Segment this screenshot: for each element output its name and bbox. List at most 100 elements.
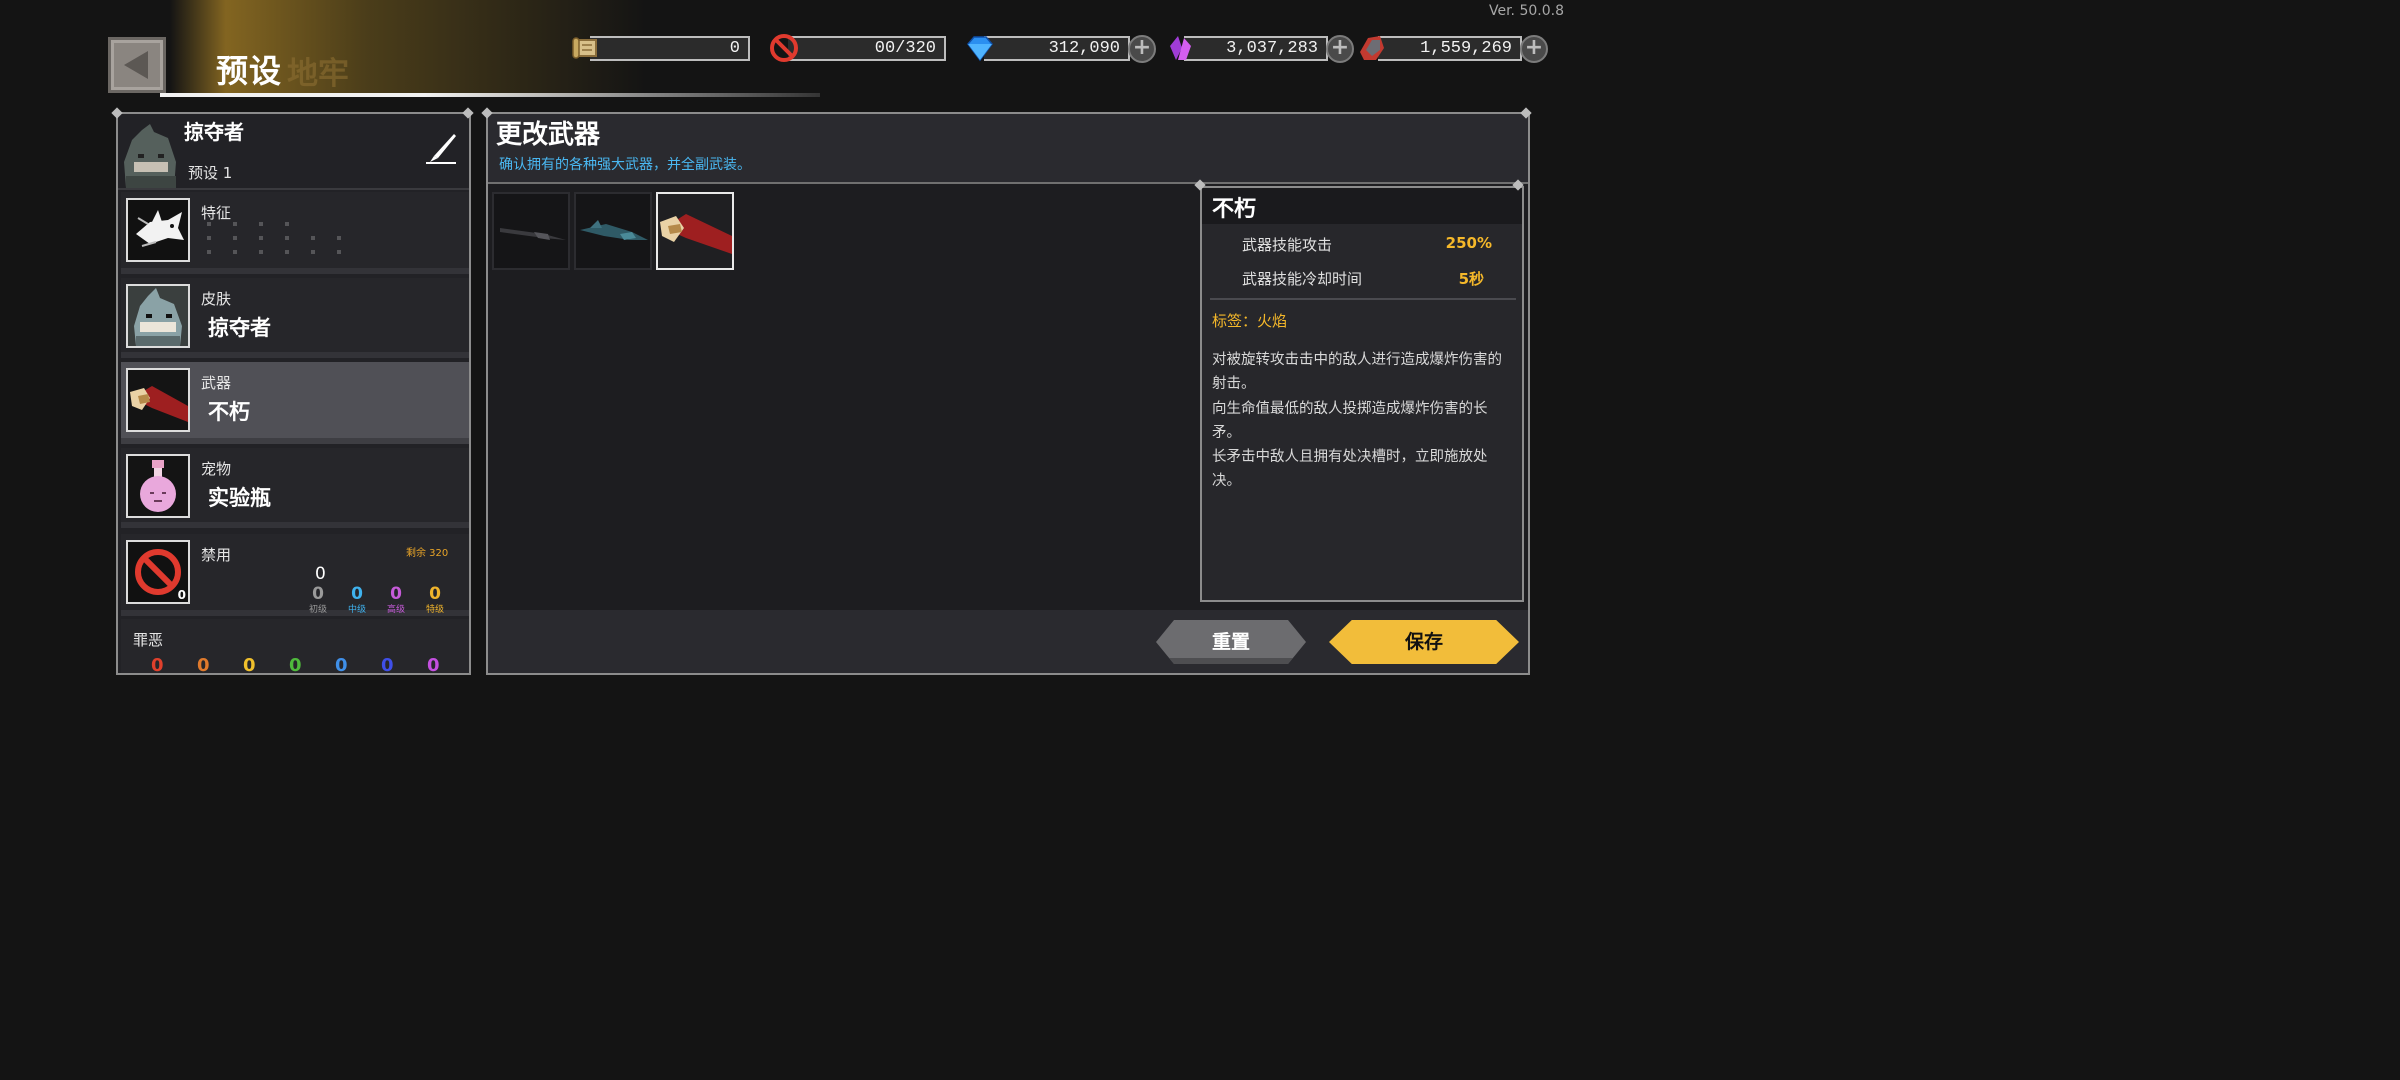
sin-slot[interactable]: 罪恶 0 0 0 0 0 0 0 — [121, 619, 469, 675]
version-label: Ver. 50.0.8 — [1488, 3, 1564, 19]
ban-count: 0 — [177, 588, 186, 602]
stat-label-cooldown: 武器技能冷却时间 — [1242, 270, 1363, 288]
character-header: 掠夺者 预设 1 — [118, 114, 469, 190]
sin-value-3: 0 — [243, 655, 256, 675]
panel-subtitle: 确认拥有的各种强大武器，并全副武装。 — [499, 157, 751, 173]
ban-level-basic: 0 初级 — [308, 584, 327, 615]
trait-dot — [311, 250, 315, 254]
ban-counter: 00/320 — [788, 36, 946, 61]
weapon-slot[interactable]: 武器 不朽 — [121, 362, 469, 444]
ban-thumbnail: 0 — [126, 540, 190, 604]
trait-dot — [233, 222, 237, 226]
shark-spear-icon — [580, 220, 648, 240]
ban-slot[interactable]: 0 禁用 剩余 320 0 0 初级 0 中级 0 高级 0 特级 — [121, 534, 469, 616]
reset-button[interactable]: 重置 — [1156, 620, 1306, 664]
shark-trait-icon — [136, 210, 184, 247]
detail-tag: 标签：火焰 — [1212, 312, 1288, 330]
pet-value: 实验瓶 — [208, 486, 271, 510]
trait-dot — [233, 236, 237, 240]
trait-dot — [259, 222, 263, 226]
ban-level-mid: 0 中级 — [347, 584, 366, 615]
trait-dot — [311, 236, 315, 240]
flask-pet-icon — [128, 456, 188, 516]
skin-value: 掠夺者 — [208, 316, 271, 340]
character-name: 掠夺者 — [184, 120, 244, 144]
blue-gem-icon — [967, 36, 993, 62]
skin-thumbnail — [126, 284, 190, 348]
add-gem-button[interactable]: + — [1128, 35, 1156, 63]
sin-value-6: 0 — [381, 655, 394, 675]
immortal-spear-icon — [128, 370, 188, 430]
detail-weapon-name: 不朽 — [1212, 197, 1257, 222]
character-avatar — [124, 124, 176, 188]
trait-dot — [285, 250, 289, 254]
scroll-counter: 0 — [590, 36, 750, 61]
add-ore-button[interactable]: + — [1520, 35, 1548, 63]
page-title: 预设 — [216, 52, 283, 90]
scroll-icon — [572, 37, 597, 59]
pet-slot[interactable]: 宠物 实验瓶 — [121, 448, 469, 528]
save-button[interactable]: 保存 — [1329, 620, 1519, 664]
page-ghost-title: 地牢 — [287, 56, 349, 92]
sin-value-2: 0 — [197, 655, 210, 675]
trait-dot — [233, 250, 237, 254]
detail-divider — [1210, 298, 1516, 300]
crystal-counter: 3,037,283 — [1184, 36, 1328, 61]
ban-icon — [770, 34, 798, 62]
weapon-change-panel: 更改武器 确认拥有的各种强大武器，并全副武装。 不朽 武器技能攻击 250% 武… — [486, 112, 1530, 675]
stat-value-skill-attack: 250% — [1445, 234, 1492, 252]
weapon-option-immortal[interactable] — [656, 192, 734, 270]
purple-crystal-icon — [1170, 36, 1191, 60]
sin-value-5: 0 — [335, 655, 348, 675]
trait-placeholder-dots — [207, 222, 357, 262]
ore-counter: 1,559,269 — [1378, 36, 1522, 61]
detail-header: 不朽 — [1202, 188, 1522, 224]
sin-value-1: 0 — [151, 655, 164, 675]
trait-dot — [207, 222, 211, 226]
trait-dot — [337, 236, 341, 240]
pet-thumbnail — [126, 454, 190, 518]
panel-title: 更改武器 — [496, 120, 601, 150]
weapon-thumbnail — [126, 368, 190, 432]
ban-label: 禁用 — [201, 546, 232, 564]
shark-skin-icon — [128, 286, 188, 346]
weapon-option-shark-spear[interactable] — [574, 192, 652, 270]
title-underline — [160, 93, 820, 97]
trait-dot — [285, 236, 289, 240]
skin-slot[interactable]: 皮肤 掠夺者 — [121, 278, 469, 358]
immortal-spear-icon — [660, 214, 732, 254]
back-button[interactable] — [108, 37, 166, 93]
weapon-value: 不朽 — [208, 400, 250, 424]
sin-value-4: 0 — [289, 655, 302, 675]
trait-dot — [285, 222, 289, 226]
pet-label: 宠物 — [201, 460, 232, 478]
ban-level-high: 0 高级 — [386, 584, 405, 615]
preset-name: 预设 1 — [188, 164, 233, 182]
trait-dot — [337, 250, 341, 254]
trait-slot[interactable]: 特征 — [121, 192, 469, 274]
skin-label: 皮肤 — [201, 290, 232, 308]
edit-pen-icon[interactable] — [424, 132, 458, 166]
trait-thumbnail — [126, 198, 190, 262]
stat-value-cooldown: 5秒 — [1458, 270, 1484, 288]
back-arrow-icon — [124, 51, 148, 79]
trait-dot — [207, 236, 211, 240]
weapon-label: 武器 — [201, 374, 232, 392]
detail-description: 对被旋转攻击击中的敌人进行造成爆炸伤害的射击。 向生命值最低的敌人投掷造成爆炸伤… — [1212, 352, 1502, 490]
panel-header: 更改武器 确认拥有的各种强大武器，并全副武装。 — [488, 114, 1528, 184]
weapon-option-dark-spear[interactable] — [492, 192, 570, 270]
add-crystal-button[interactable]: + — [1326, 35, 1354, 63]
sin-value-7: 0 — [427, 655, 440, 675]
trait-dot — [259, 250, 263, 254]
sin-label: 罪恶 — [133, 631, 164, 649]
trait-dot — [207, 250, 211, 254]
dark-spear-icon — [500, 228, 566, 240]
weapon-detail-card: 不朽 武器技能攻击 250% 武器技能冷却时间 5秒 标签：火焰 对被旋转攻击击… — [1200, 186, 1524, 602]
trait-dot — [259, 236, 263, 240]
preset-panel: 掠夺者 预设 1 特征 皮肤 掠夺者 武器 不朽 宠物 实验瓶 0 禁用 剩余 … — [116, 112, 471, 675]
ban-remaining: 剩余 320 — [406, 548, 449, 559]
ban-total: 0 — [315, 564, 326, 584]
trait-label: 特征 — [201, 204, 232, 222]
stat-label-skill-attack: 武器技能攻击 — [1242, 236, 1333, 254]
dark-ore-icon — [1360, 36, 1384, 60]
